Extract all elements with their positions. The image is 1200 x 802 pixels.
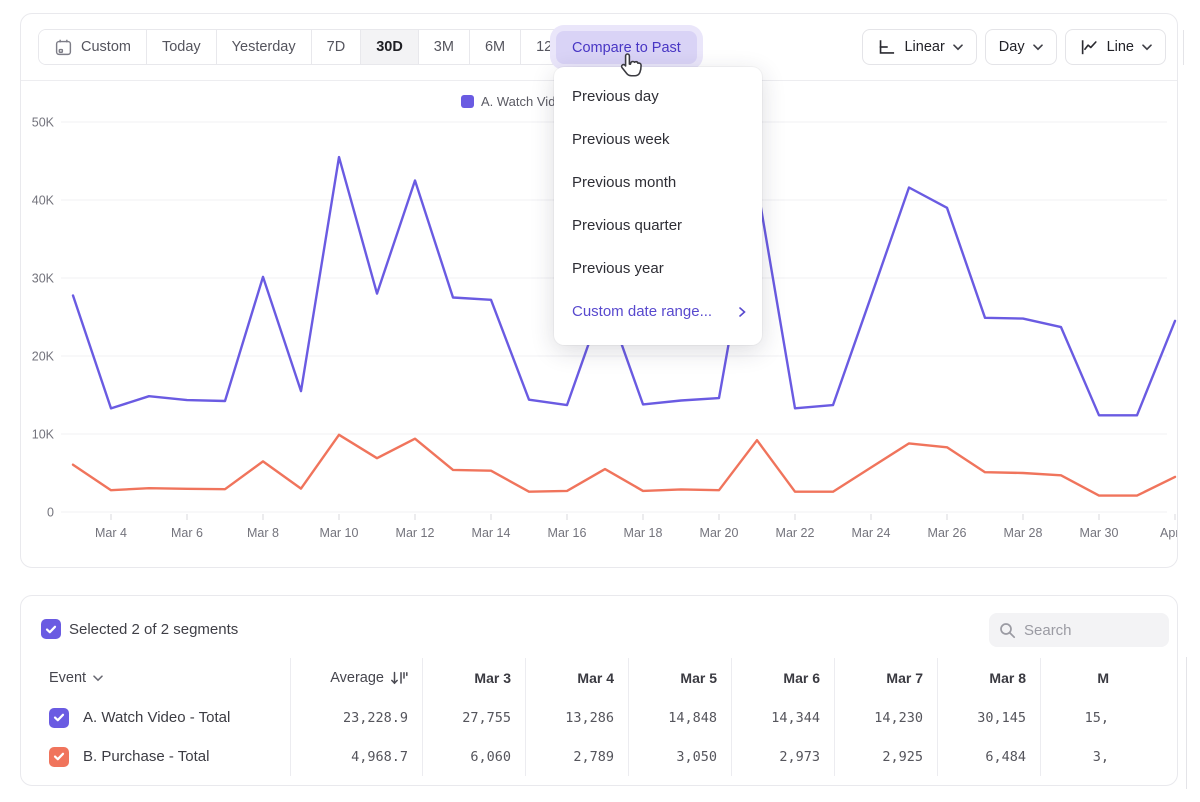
date-column-header[interactable]: Mar 8	[938, 658, 1041, 698]
chart-type-select-button[interactable]: Line	[1065, 29, 1166, 65]
cell-value: 3,050	[676, 749, 717, 765]
linear-axis-icon	[876, 37, 896, 57]
menu-item-previous-quarter[interactable]: Previous quarter	[554, 204, 762, 247]
svg-text:Mar 4: Mar 4	[95, 526, 127, 540]
scrollbar-fragment[interactable]	[1186, 657, 1187, 789]
date-range-label: Custom	[81, 39, 131, 55]
event-column-header[interactable]: Event	[21, 658, 291, 698]
date-column-header[interactable]: Mar 3	[423, 658, 526, 698]
chart-card: Custom Today Yesterday 7D 30D 3M 6M 12M …	[20, 13, 1178, 568]
svg-text:Mar 12: Mar 12	[396, 526, 435, 540]
search-icon	[999, 622, 1016, 639]
svg-text:Mar 6: Mar 6	[171, 526, 203, 540]
scrollbar-fragment[interactable]	[1183, 30, 1184, 65]
svg-text:Mar 22: Mar 22	[776, 526, 815, 540]
cell-value: 14,230	[874, 710, 923, 726]
cell-value: 2,925	[882, 749, 923, 765]
sort-descending-icon	[390, 670, 408, 686]
table-header-row: Event Average Mar 3 Mar 4 Mar 5 Mar 6 Ma…	[21, 658, 1113, 698]
cell-value: 6,060	[470, 749, 511, 765]
date-range-today-button[interactable]: Today	[147, 30, 217, 64]
cell-value: 2,973	[779, 749, 820, 765]
svg-text:20K: 20K	[32, 350, 55, 364]
select-all-checkbox[interactable]	[41, 619, 61, 639]
search-input[interactable]	[1024, 622, 1154, 639]
svg-text:Mar 16: Mar 16	[548, 526, 587, 540]
date-range-3m-button[interactable]: 3M	[419, 30, 470, 64]
date-range-30d-button[interactable]: 30D	[361, 30, 419, 64]
date-column-header[interactable]: Mar 4	[526, 658, 629, 698]
svg-text:Mar 20: Mar 20	[700, 526, 739, 540]
cell-value: 30,145	[977, 710, 1026, 726]
segment-a-checkbox[interactable]	[49, 708, 69, 728]
svg-text:Mar 10: Mar 10	[320, 526, 359, 540]
svg-text:Mar 28: Mar 28	[1004, 526, 1043, 540]
menu-item-custom-date-range[interactable]: Custom date range...	[554, 290, 762, 333]
menu-item-previous-week[interactable]: Previous week	[554, 118, 762, 161]
menu-item-previous-day[interactable]: Previous day	[554, 75, 762, 118]
cell-value: 13,286	[565, 710, 614, 726]
svg-text:10K: 10K	[32, 428, 55, 442]
menu-item-previous-month[interactable]: Previous month	[554, 161, 762, 204]
interval-select-button[interactable]: Day	[985, 29, 1057, 65]
cell-value: 14,344	[771, 710, 820, 726]
svg-text:Mar 24: Mar 24	[852, 526, 891, 540]
svg-text:Mar 30: Mar 30	[1080, 526, 1119, 540]
cell-value: 14,848	[668, 710, 717, 726]
date-range-custom-button[interactable]: Custom	[39, 30, 147, 64]
chevron-down-icon	[953, 44, 963, 51]
svg-text:Mar 18: Mar 18	[624, 526, 663, 540]
scale-select-button[interactable]: Linear	[862, 29, 976, 65]
menu-item-previous-year[interactable]: Previous year	[554, 247, 762, 290]
date-range-yesterday-button[interactable]: Yesterday	[217, 30, 312, 64]
date-column-header[interactable]: Mar 5	[629, 658, 732, 698]
cell-value: 6,484	[985, 749, 1026, 765]
checkmark-icon	[53, 712, 65, 723]
compare-to-past-button[interactable]: Compare to Past	[556, 31, 697, 64]
checkmark-icon	[45, 624, 57, 635]
chart-options-group: Linear Day Line	[862, 29, 1166, 65]
checkmark-icon	[53, 751, 65, 762]
segments-header: Selected 2 of 2 segments	[21, 596, 1177, 658]
average-value: 23,228.9	[343, 710, 408, 726]
chevron-down-icon	[93, 675, 103, 682]
table-row: B. Purchase - Total 4,968.7 6,060 2,789 …	[21, 737, 1113, 776]
search-box[interactable]	[989, 613, 1169, 647]
chevron-right-icon	[739, 307, 746, 317]
calendar-icon	[54, 38, 73, 57]
svg-text:0: 0	[47, 506, 54, 520]
table-row: A. Watch Video - Total 23,228.9 27,755 1…	[21, 698, 1113, 737]
date-column-header[interactable]: Mar 7	[835, 658, 938, 698]
average-value: 4,968.7	[351, 749, 408, 765]
line-chart-icon	[1079, 37, 1099, 57]
segment-a-label: A. Watch Video - Total	[83, 709, 230, 726]
svg-text:Mar 26: Mar 26	[928, 526, 967, 540]
table-body: A. Watch Video - Total 23,228.9 27,755 1…	[21, 698, 1113, 776]
svg-text:40K: 40K	[32, 194, 55, 208]
segment-b-checkbox[interactable]	[49, 747, 69, 767]
segments-card: Selected 2 of 2 segments Event Average	[20, 595, 1178, 786]
cell-value: 2,789	[573, 749, 614, 765]
compare-dropdown-menu: Previous day Previous week Previous mont…	[554, 67, 762, 345]
average-column-header[interactable]: Average	[291, 658, 423, 698]
date-range-group: Custom Today Yesterday 7D 30D 3M 6M 12M	[38, 29, 580, 65]
svg-text:Mar 14: Mar 14	[472, 526, 511, 540]
chevron-down-icon	[1142, 44, 1152, 51]
date-column-header[interactable]: Mar 6	[732, 658, 835, 698]
date-column-header-clipped: M	[1041, 658, 1113, 698]
date-range-6m-button[interactable]: 6M	[470, 30, 521, 64]
cell-value-clipped: 15,	[1085, 710, 1109, 726]
cell-value: 27,755	[462, 710, 511, 726]
analytics-page: Custom Today Yesterday 7D 30D 3M 6M 12M …	[0, 0, 1200, 802]
segments-table: Event Average Mar 3 Mar 4 Mar 5 Mar 6 Ma…	[21, 658, 1113, 776]
svg-text:Apr 1: Apr 1	[1160, 526, 1177, 540]
selected-count-label: Selected 2 of 2 segments	[69, 621, 238, 638]
chevron-down-icon	[1033, 44, 1043, 51]
segment-b-label: B. Purchase - Total	[83, 748, 209, 765]
svg-text:30K: 30K	[32, 272, 55, 286]
svg-text:50K: 50K	[32, 116, 55, 130]
date-range-7d-button[interactable]: 7D	[312, 30, 362, 64]
svg-text:Mar 8: Mar 8	[247, 526, 279, 540]
cell-value-clipped: 3,	[1093, 749, 1109, 765]
